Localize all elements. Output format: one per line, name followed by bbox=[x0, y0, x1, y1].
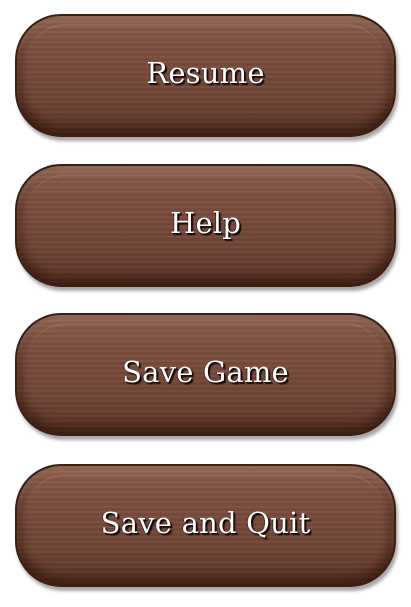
save-game-button[interactable]: Save Game bbox=[15, 313, 396, 436]
save-and-quit-button[interactable]: Save and Quit bbox=[15, 464, 396, 587]
save-game-button-label: Save Game bbox=[122, 354, 289, 389]
save-and-quit-button-label: Save and Quit bbox=[100, 505, 311, 540]
pause-menu: Resume Help Save Game Save and Quit bbox=[0, 0, 411, 607]
help-button-label: Help bbox=[169, 205, 242, 240]
resume-button[interactable]: Resume bbox=[15, 14, 396, 137]
resume-button-label: Resume bbox=[146, 55, 265, 90]
help-button[interactable]: Help bbox=[15, 164, 396, 287]
